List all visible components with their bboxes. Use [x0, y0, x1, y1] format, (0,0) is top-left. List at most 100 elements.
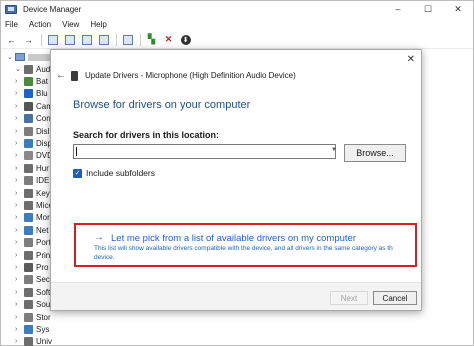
chevron-right-icon[interactable]: ›	[15, 190, 24, 197]
tree-item[interactable]: › Sec	[15, 274, 50, 286]
battery-icon	[24, 76, 33, 86]
update-driver-icon[interactable]: ▚	[144, 33, 159, 47]
tree-item[interactable]: › Disl	[15, 125, 49, 137]
search-location-label: Search for drivers in this location:	[73, 130, 220, 140]
chevron-right-icon[interactable]: ›	[15, 264, 24, 271]
tree-item[interactable]: › Pro	[15, 261, 48, 273]
chevron-right-icon[interactable]: ›	[15, 78, 24, 85]
chevron-right-icon[interactable]: ›	[15, 252, 24, 259]
close-icon[interactable]: ✕	[407, 54, 415, 65]
chevron-right-icon[interactable]: ›	[15, 289, 24, 296]
chevron-right-icon[interactable]: ›	[15, 326, 24, 333]
tree-item[interactable]: › Sys	[15, 323, 49, 335]
chevron-right-icon[interactable]: ›	[15, 90, 24, 97]
window-controls: – ☐ ✕	[383, 1, 473, 17]
tree-item[interactable]: › Hur	[15, 162, 49, 174]
tree-item-label: Con	[36, 114, 51, 124]
tree-item[interactable]: › Mor	[15, 212, 50, 224]
pick-from-list-description-line2: device.	[94, 254, 115, 261]
tree-item[interactable]: › Con	[15, 113, 51, 125]
chevron-right-icon[interactable]: ›	[15, 115, 24, 122]
port-icon	[24, 238, 33, 248]
chevron-right-icon[interactable]: ›	[15, 165, 24, 172]
chevron-right-icon[interactable]: ›	[15, 338, 24, 345]
tree-item[interactable]: › Blu	[15, 88, 48, 100]
tree-item[interactable]: › Cam	[15, 100, 53, 112]
computer-icon	[15, 53, 25, 61]
chevron-right-icon[interactable]: ›	[15, 152, 24, 159]
close-button[interactable]: ✕	[443, 1, 473, 17]
include-subfolders-row[interactable]: ✓ Include subfolders	[73, 167, 155, 179]
chevron-right-icon[interactable]: ›	[15, 128, 24, 135]
tree-item[interactable]: › Soft	[15, 286, 50, 298]
tree-item[interactable]: › IDE	[15, 175, 49, 187]
computer-name	[28, 53, 50, 61]
tree-item[interactable]: › Bat	[15, 75, 48, 87]
dialog-heading: Browse for drivers on your computer	[73, 99, 251, 111]
tree-item[interactable]: › DVD	[15, 150, 53, 162]
chevron-right-icon[interactable]: ›	[15, 214, 24, 221]
back-arrow-icon[interactable]: ←	[56, 70, 66, 81]
cancel-button[interactable]: Cancel	[373, 291, 417, 305]
tree-item[interactable]: › Stor	[15, 311, 51, 323]
tree-item[interactable]: › Port	[15, 237, 51, 249]
uninstall-icon[interactable]: ✕	[161, 33, 176, 47]
chevron-right-icon[interactable]: ›	[15, 301, 24, 308]
chevron-down-icon[interactable]: ▼	[331, 147, 337, 153]
tree-item[interactable]: › Disp	[15, 137, 52, 149]
pick-from-list-option[interactable]: → Let me pick from a list of available d…	[74, 223, 417, 267]
device-manager-icon	[5, 4, 17, 14]
tree-item[interactable]: › Univ	[15, 336, 52, 346]
properties-icon[interactable]	[62, 33, 77, 47]
back-arrow-icon[interactable]: ←	[4, 33, 19, 47]
chevron-right-icon[interactable]: ›	[15, 103, 24, 110]
forward-arrow-icon[interactable]: →	[21, 33, 36, 47]
microphone-icon	[71, 71, 78, 81]
help-icon[interactable]	[79, 33, 94, 47]
menu-bar: File Action View Help	[1, 17, 473, 31]
sound-icon	[24, 300, 33, 310]
window-title: Device Manager	[23, 4, 82, 14]
next-button[interactable]: Next	[330, 291, 368, 305]
chevron-right-icon[interactable]: ›	[15, 276, 24, 283]
menu-view[interactable]: View	[62, 20, 79, 29]
tree-item[interactable]: › Net	[15, 224, 48, 236]
browse-button[interactable]: Browse...	[344, 144, 406, 162]
speaker-icon	[24, 64, 33, 74]
tree-item[interactable]: › Mice	[15, 199, 53, 211]
tree-item[interactable]: › Sou	[15, 299, 50, 311]
maximize-button[interactable]: ☐	[413, 1, 443, 17]
tree-view-icon[interactable]	[45, 33, 60, 47]
download-icon[interactable]: ⬇	[178, 33, 193, 47]
include-subfolders-checkbox[interactable]: ✓	[73, 168, 82, 178]
tree-root[interactable]: ⌄	[7, 51, 50, 63]
menu-action[interactable]: Action	[29, 20, 51, 29]
chevron-right-icon[interactable]: ›	[15, 314, 24, 321]
menu-help[interactable]: Help	[90, 20, 106, 29]
chevron-right-icon[interactable]: ›	[15, 239, 24, 246]
arrow-right-icon: →	[94, 232, 104, 243]
chevron-right-icon[interactable]: ›	[15, 177, 24, 184]
chevron-right-icon[interactable]: ›	[15, 140, 24, 147]
chevron-down-icon[interactable]: ⌄	[7, 53, 15, 61]
chevron-right-icon[interactable]: ›	[15, 202, 24, 209]
tree-item-label: Disl	[36, 126, 50, 136]
tree-item[interactable]: › Key	[15, 187, 50, 199]
title-bar: Device Manager – ☐ ✕	[1, 1, 473, 17]
monitor-icon[interactable]	[120, 33, 135, 47]
minimize-button[interactable]: –	[383, 1, 413, 17]
mouse-icon	[24, 200, 33, 210]
tree-item-label: Mor	[36, 213, 50, 223]
driver-path-input[interactable]	[73, 144, 336, 159]
menu-file[interactable]: File	[5, 20, 18, 29]
chevron-right-icon[interactable]: ›	[15, 227, 24, 234]
tree-item[interactable]: › Prin	[15, 249, 50, 261]
tree-item[interactable]: ⌄ Aud	[15, 63, 50, 75]
dvd-icon	[24, 151, 33, 161]
printer-icon	[24, 250, 33, 260]
monitor-icon	[24, 213, 33, 223]
tree-item-label: Pro	[36, 262, 49, 272]
scan-hardware-icon[interactable]	[96, 33, 111, 47]
chevron-down-icon[interactable]: ⌄	[15, 65, 24, 73]
pick-from-list-title[interactable]: Let me pick from a list of available dri…	[111, 233, 356, 244]
